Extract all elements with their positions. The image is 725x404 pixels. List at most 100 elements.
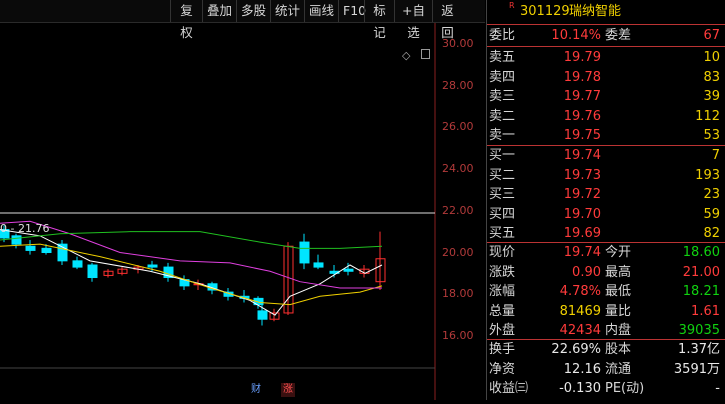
quote-cell-v1: -0.130 — [559, 381, 601, 397]
toolbar-button-1[interactable]: 叠加 — [202, 0, 236, 22]
quote-cell-l1: 收益㈢ — [489, 381, 529, 397]
quote-cell-vol: 83 — [703, 69, 720, 85]
y-tick-label: 16.00 — [442, 328, 474, 342]
quote-cell-v1: 22.69% — [551, 342, 601, 357]
quote-cell-v2: 3591万 — [673, 361, 720, 377]
candle-body — [313, 262, 324, 268]
y-tick-label: 20.00 — [442, 245, 474, 259]
quote-cell-l1: 净资 — [489, 361, 516, 377]
kline-svg[interactable] — [0, 23, 485, 400]
quote-cell-l1: 现价 — [489, 245, 516, 260]
y-tick-label: 18.00 — [442, 287, 474, 301]
candle-body — [257, 310, 268, 320]
quote-cell-price: 19.77 — [563, 89, 601, 105]
quote-cell-label: 卖五 — [489, 50, 516, 65]
quote-cell-l1: 总量 — [489, 303, 516, 319]
window-toggle-icon[interactable] — [421, 49, 430, 59]
candle-body — [299, 241, 310, 264]
quote-cell-label: 买四 — [489, 206, 516, 222]
toolbar-button-8[interactable]: 返回 — [432, 0, 462, 40]
candle-body — [25, 245, 36, 251]
quote-cell-l2: 流通 — [605, 361, 632, 377]
quote-row[interactable]: 涨幅 4.78% 最低 18.21 — [487, 282, 725, 302]
y-tick-label: 22.00 — [442, 203, 474, 217]
quote-row[interactable]: 卖三 19.77 39 — [487, 87, 725, 107]
quote-cell-price: 19.75 — [563, 128, 601, 144]
quote-row[interactable]: 换手 22.69% 股本 1.37亿 — [487, 340, 725, 360]
quote-cell-v1: 0.90 — [572, 264, 601, 280]
quote-cell-v2: 21.00 — [682, 264, 720, 280]
toolbar-button-7[interactable]: +自选 — [394, 0, 432, 40]
quote-cell-price: 19.74 — [563, 148, 601, 163]
y-tick-label: 30.00 — [442, 37, 474, 50]
quote-cell-l2: 股本 — [605, 342, 632, 357]
diamond-icon[interactable]: ◇ — [402, 49, 410, 62]
quote-row[interactable]: 卖二 19.76 112 — [487, 107, 725, 127]
quote-cell-v2: - — [715, 381, 720, 397]
quote-cell-label: 买一 — [489, 148, 516, 163]
ma-line — [0, 243, 383, 306]
quote-row[interactable]: 收益㈢ -0.130 PE(动) - — [487, 379, 725, 399]
kline-chart[interactable]: ◇ 0 - 21.76 30.00 28.00 26.00 24.00 22.00 20.… — [0, 23, 485, 400]
quote-cell-vol: 10 — [703, 50, 720, 65]
quote-row[interactable]: 总量 81469 量比 1.61 — [487, 302, 725, 322]
quote-cell-l2: PE(动) — [605, 381, 645, 397]
quote-cell-vol: 59 — [703, 206, 720, 222]
toolbar-button-6[interactable]: 标记 — [364, 0, 394, 40]
quote-cell-label: 买二 — [489, 167, 516, 183]
toolbar-button-2[interactable]: 多股 — [236, 0, 270, 22]
ma-readout: 0 - 21.76 — [0, 222, 50, 235]
quote-cell-price: 19.79 — [563, 50, 601, 65]
stock-header: R 301129 瑞纳智能 — [487, 0, 725, 24]
quote-cell-l2: 最高 — [605, 264, 632, 280]
quote-cell-v1: 4.78% — [559, 284, 601, 300]
quote-cell-l2: 今开 — [605, 245, 632, 260]
quote-row[interactable]: 买三 19.72 23 — [487, 185, 725, 205]
quote-cell-v2: 1.61 — [691, 303, 720, 319]
toolbar-button-0[interactable]: 复权 — [170, 0, 202, 40]
quote-cell-v1: 19.74 — [563, 245, 601, 260]
quote-cell-vol: 39 — [703, 89, 720, 105]
badge-cai[interactable]: 财 — [249, 383, 263, 397]
quote-cell-vol: 53 — [703, 128, 720, 144]
quote-cell-l1: 涨幅 — [489, 284, 516, 300]
quote-row[interactable]: 买二 19.73 193 — [487, 166, 725, 186]
toolbar-button-5[interactable]: F10 — [338, 0, 366, 22]
quote-row[interactable]: 现价 19.74 今开 18.60 — [487, 243, 725, 263]
quote-row[interactable]: 涨跌 0.90 最高 21.00 — [487, 263, 725, 283]
quote-cell-vol: 7 — [711, 148, 720, 163]
quote-cell-v2: 18.60 — [682, 245, 720, 260]
stock-name: 瑞纳智能 — [569, 4, 622, 19]
quote-row[interactable]: 买四 19.70 59 — [487, 205, 725, 225]
quote-cell-vol: 23 — [703, 187, 720, 203]
candle-body — [41, 247, 52, 254]
quote-cell-label: 卖三 — [489, 89, 516, 105]
toolbar-button-4[interactable]: 画线 — [304, 0, 338, 22]
quote-cell-price: 19.76 — [563, 108, 601, 124]
quote-cell-price: 19.73 — [563, 167, 601, 183]
quote-panel: R 301129 瑞纳智能 委比 10.14% 委差 67 卖五 19.79 10 卖… — [486, 0, 725, 400]
quote-cell-vol: 112 — [695, 108, 720, 124]
stock-code: 301129 — [520, 4, 570, 19]
y-tick-label: 26.00 — [442, 120, 474, 134]
quote-row[interactable]: 净资 12.16 流通 3591万 — [487, 360, 725, 380]
quote-cell-price: 19.70 — [563, 206, 601, 222]
quote-row[interactable]: 卖四 19.78 83 — [487, 68, 725, 88]
quote-cell-price: 19.72 — [563, 187, 601, 203]
quote-cell-l1: 换手 — [489, 342, 516, 357]
quote-cell-v2: 1.37亿 — [678, 342, 720, 357]
quote-cell-price: 19.78 — [563, 69, 601, 85]
candle-body — [343, 268, 354, 272]
ma-line — [0, 229, 383, 316]
quote-cell-label: 卖一 — [489, 128, 516, 144]
quote-row[interactable]: 卖一 19.75 53 — [487, 126, 725, 146]
quote-row[interactable]: 卖五 19.79 10 — [487, 48, 725, 68]
chart-toolbar: 复权 叠加 多股 统计 画线 F10 标记 +自选 返回 — [0, 0, 485, 40]
y-tick-label: 28.00 — [442, 78, 474, 92]
quote-cell-l2: 量比 — [605, 303, 632, 319]
ma-line — [0, 231, 383, 249]
badge-zhang[interactable]: 涨 — [281, 383, 295, 397]
quote-cell-l1: 涨跌 — [489, 264, 516, 280]
toolbar-button-3[interactable]: 统计 — [270, 0, 304, 22]
quote-row[interactable]: 买一 19.74 7 — [487, 146, 725, 166]
